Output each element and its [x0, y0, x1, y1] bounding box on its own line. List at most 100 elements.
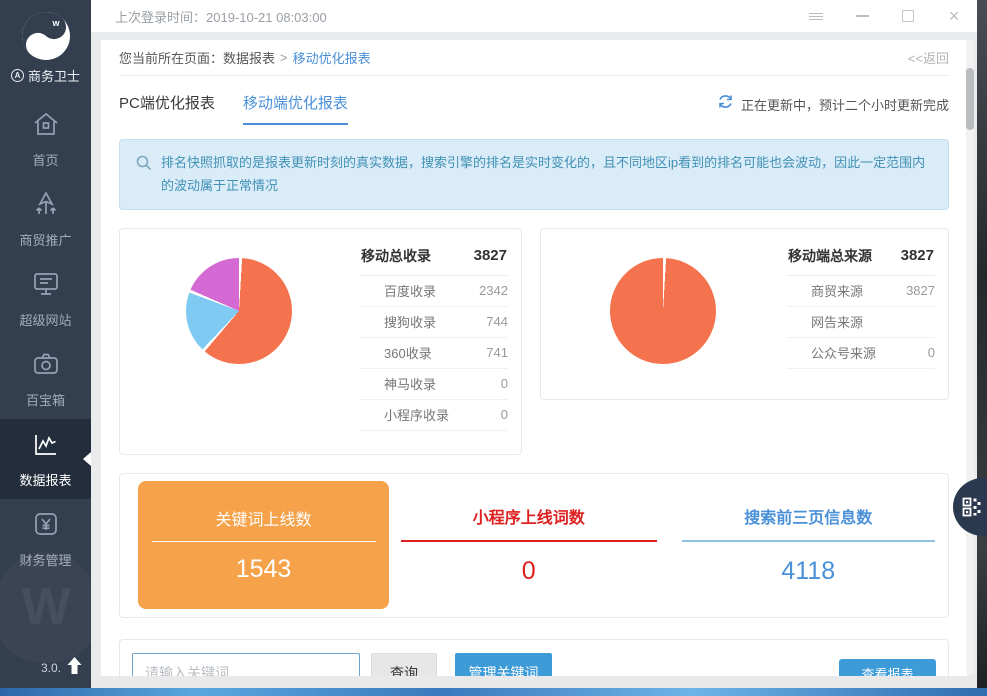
breadcrumb-prefix: 您当前所在页面： — [119, 48, 223, 67]
legend-value: 3827 — [906, 283, 935, 298]
breadcrumb-separator: > — [280, 50, 288, 65]
legend-value: 744 — [486, 314, 508, 329]
side-nav: 首页 商贸推广 超级网 — [0, 99, 91, 579]
menu-icon[interactable] — [807, 7, 825, 25]
legend-row: 360收录 741 — [360, 338, 508, 369]
stat-miniprogram-words[interactable]: 小程序上线词数 0 — [389, 504, 669, 586]
sidebar-item-toolbox[interactable]: 百宝箱 — [0, 339, 91, 419]
scrollbar-thumb[interactable] — [966, 68, 974, 130]
legend-label: 商贸来源 — [811, 281, 906, 300]
maximize-button[interactable] — [899, 7, 917, 25]
update-status: 正在更新中，预计二个小时更新完成 — [717, 93, 949, 125]
breadcrumb-current[interactable]: 移动优化报表 — [293, 48, 371, 67]
stat-value: 0 — [522, 557, 536, 586]
toolbox-icon — [31, 350, 61, 383]
brand-badge-icon: A — [11, 69, 24, 82]
sidebar-item-label: 百宝箱 — [26, 390, 65, 409]
stat-label: 关键词上线数 — [215, 506, 311, 530]
finance-icon — [31, 510, 61, 543]
notice-banner: 排名快照抓取的是报表更新时刻的真实数据，搜索引擎的排名是实时变化的，且不同地区i… — [119, 139, 949, 210]
legend-row: 百度收录 2342 — [360, 276, 508, 307]
swatch-sogou — [360, 315, 373, 328]
keyword-toolbar: 查询 管理关键词 查看报表 — [119, 639, 949, 676]
legend-title: 移动端总来源 — [788, 246, 872, 266]
stat-divider — [152, 541, 376, 542]
refresh-icon — [717, 93, 734, 115]
legend-source: 移动端总来源 3827 商贸来源 3827 网告来源 — [787, 241, 935, 399]
legend-value: 0 — [501, 407, 508, 422]
back-link[interactable]: <<返回 — [908, 48, 949, 67]
legend-row: 神马收录 0 — [360, 369, 508, 400]
desktop-wallpaper-right — [977, 0, 987, 688]
swatch-baidu — [360, 284, 373, 297]
tab-pc-report[interactable]: PC端优化报表 — [119, 92, 215, 125]
desktop-wallpaper-bottom — [0, 688, 987, 696]
stat-value: 4118 — [781, 557, 835, 586]
sidebar-item-label: 数据报表 — [19, 470, 71, 489]
version: 3.0. — [41, 656, 83, 680]
legend-label: 公众号来源 — [811, 343, 928, 362]
legend-row: 公众号来源 0 — [787, 338, 935, 369]
stat-divider — [401, 540, 657, 542]
swatch-360 — [360, 346, 373, 359]
legend-label: 百度收录 — [384, 281, 479, 300]
stat-label: 搜索前三页信息数 — [744, 504, 872, 528]
last-login-text: 上次登录时间：2019-10-21 08:03:00 — [115, 7, 327, 26]
keyword-input[interactable] — [132, 653, 360, 676]
pie-chart-mobile-source — [610, 258, 716, 364]
app-logo: w — [18, 8, 74, 64]
legend-total: 3827 — [474, 247, 507, 264]
stat-value: 1543 — [236, 555, 292, 584]
qr-icon — [962, 497, 982, 517]
promotion-icon — [31, 190, 61, 223]
sidebar: w A 商务卫士 首页 — [0, 0, 91, 688]
legend-row: 网告来源 — [787, 307, 935, 338]
legend-row: 商贸来源 3827 — [787, 276, 935, 307]
window-controls: × — [807, 7, 963, 25]
sidebar-item-label: 首页 — [32, 150, 58, 169]
sidebar-item-data-report[interactable]: 数据报表 — [0, 419, 91, 499]
stat-keywords-online[interactable]: 关键词上线数 1543 — [138, 481, 389, 609]
stat-label: 小程序上线词数 — [473, 504, 585, 528]
swatch-shenma — [360, 377, 373, 390]
stats-card: 关键词上线数 1543 小程序上线词数 0 搜索前三页信息数 4118 — [119, 473, 949, 618]
query-button[interactable]: 查询 — [371, 653, 437, 676]
minimize-button[interactable] — [853, 7, 871, 25]
search-magnifier-icon — [136, 155, 152, 198]
legend-label: 360收录 — [384, 343, 486, 362]
swatch-shangmao — [787, 284, 800, 297]
legend-row: 小程序收录 0 — [360, 400, 508, 431]
version-text: 3.0. — [41, 661, 61, 675]
sidebar-item-promotion[interactable]: 商贸推广 — [0, 179, 91, 259]
swatch-gongzhonghao — [787, 346, 800, 359]
legend-label: 小程序收录 — [384, 405, 501, 424]
legend-value: 0 — [501, 376, 508, 391]
svg-text:w: w — [51, 18, 60, 28]
manage-keywords-button[interactable]: 管理关键词 — [455, 653, 552, 676]
breadcrumb: 您当前所在页面： 数据报表 > 移动优化报表 <<返回 — [119, 40, 949, 76]
legend-label: 神马收录 — [384, 374, 501, 393]
breadcrumb-section: 数据报表 — [223, 48, 275, 67]
legend-label: 网告来源 — [811, 312, 935, 331]
chart-card-source: 移动端总来源 3827 商贸来源 3827 网告来源 — [540, 228, 949, 400]
view-report-button[interactable]: 查看报表 — [839, 659, 936, 676]
tabs-row: PC端优化报表 移动端优化报表 正在更新中，预计二个小时更新完成 — [101, 76, 967, 125]
swatch-wanggao — [787, 315, 800, 328]
notice-text: 排名快照抓取的是报表更新时刻的真实数据，搜索引擎的排名是实时变化的，且不同地区i… — [161, 151, 932, 198]
legend-inclusion: 移动总收录 3827 百度收录 2342 搜狗收录 744 — [360, 241, 508, 454]
close-button[interactable]: × — [945, 7, 963, 25]
app-window: 上次登录时间：2019-10-21 08:03:00 × w A 商务卫士 — [0, 0, 977, 688]
legend-value: 741 — [486, 345, 508, 360]
content-area: 您当前所在页面： 数据报表 > 移动优化报表 <<返回 PC端优化报表 移动端优… — [91, 32, 977, 676]
sidebar-item-home[interactable]: 首页 — [0, 99, 91, 179]
titlebar: 上次登录时间：2019-10-21 08:03:00 × — [91, 0, 977, 32]
scrollbar[interactable] — [966, 40, 974, 674]
charts-row: 移动总收录 3827 百度收录 2342 搜狗收录 744 — [119, 228, 949, 455]
update-arrow-icon[interactable] — [66, 656, 83, 680]
legend-title: 移动总收录 — [361, 246, 431, 266]
sidebar-item-label: 超级网站 — [19, 310, 71, 329]
tab-mobile-report[interactable]: 移动端优化报表 — [243, 92, 348, 125]
sidebar-item-website[interactable]: 超级网站 — [0, 259, 91, 339]
stat-top3-info[interactable]: 搜索前三页信息数 4118 — [669, 504, 949, 586]
window-bottom-frame — [91, 676, 977, 688]
